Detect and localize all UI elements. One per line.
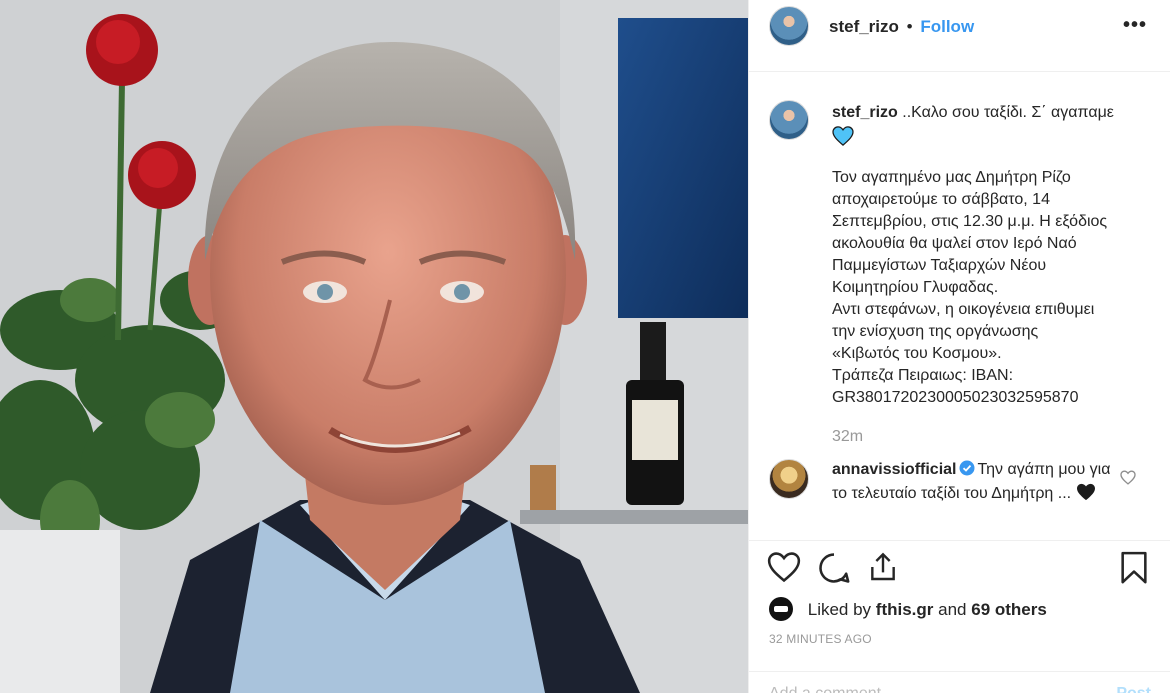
more-options-icon[interactable]: ••• <box>1123 15 1147 35</box>
comments-section: stef_rizo ..Καλο σου ταξίδι. Σ΄ αγαπαμε … <box>749 72 1170 540</box>
liked-by-prefix: Liked by <box>807 600 872 619</box>
likes-and: and <box>938 600 967 619</box>
save-bookmark-icon[interactable] <box>1119 551 1149 590</box>
separator-dot: • <box>906 17 913 36</box>
caption-timestamp[interactable]: 32m <box>832 428 863 446</box>
author-username[interactable]: stef_rizo <box>829 17 899 36</box>
caption-first-line: stef_rizo ..Καλο σου ταξίδι. Σ΄ αγαπαμε <box>832 102 1154 124</box>
share-icon[interactable] <box>867 551 899 588</box>
post-sidebar: stef_rizo • Follow ••• stef_rizo ..Καλο … <box>748 0 1170 693</box>
caption-first-text: ..Καλο σου ταξίδι. Σ΄ αγαπαμε <box>902 104 1114 121</box>
liker-username[interactable]: fthis.gr <box>876 600 934 619</box>
comment-like-icon[interactable] <box>1120 470 1136 490</box>
add-comment-input[interactable]: Add a comment... <box>769 685 894 693</box>
add-comment-bar: Add a comment... Post <box>749 671 1170 693</box>
like-icon[interactable] <box>767 551 801 588</box>
post-comment-button[interactable]: Post <box>1116 685 1151 693</box>
post-header-row: stef_rizo • Follow <box>829 17 974 37</box>
post-caption: stef_rizo ..Καλο σου ταξίδι. Σ΄ αγαπαμε … <box>832 102 1154 409</box>
liker-avatar[interactable] <box>769 597 793 621</box>
author-avatar[interactable] <box>769 6 809 46</box>
comment-icon[interactable] <box>817 551 851 590</box>
post-actions: Liked by fthis.gr and 69 others 32 MINUT… <box>749 540 1170 693</box>
caption-avatar[interactable] <box>769 100 809 140</box>
post-photo-image <box>0 0 748 693</box>
commenter-avatar[interactable] <box>769 459 809 499</box>
post-photo[interactable] <box>0 0 748 693</box>
likes-summary: Liked by fthis.gr and 69 others <box>769 597 1047 621</box>
caption-username[interactable]: stef_rizo <box>832 104 898 121</box>
commenter-username[interactable]: annavissiofficial <box>832 461 957 478</box>
post-timestamp[interactable]: 32 MINUTES AGO <box>769 632 872 646</box>
post-header: stef_rizo • Follow ••• <box>749 0 1170 72</box>
black-heart-icon <box>1076 483 1096 502</box>
comment-item: annavissiofficial Την αγάπη μου για το τε… <box>832 459 1124 505</box>
caption-body: Τον αγαπημένο μας Δημήτρη Ρίζο αποχαιρετ… <box>832 169 1108 406</box>
blue-heart-icon <box>832 126 854 153</box>
verified-badge-icon <box>959 460 975 483</box>
follow-button[interactable]: Follow <box>920 17 974 36</box>
likes-others-link[interactable]: 69 others <box>971 600 1047 619</box>
